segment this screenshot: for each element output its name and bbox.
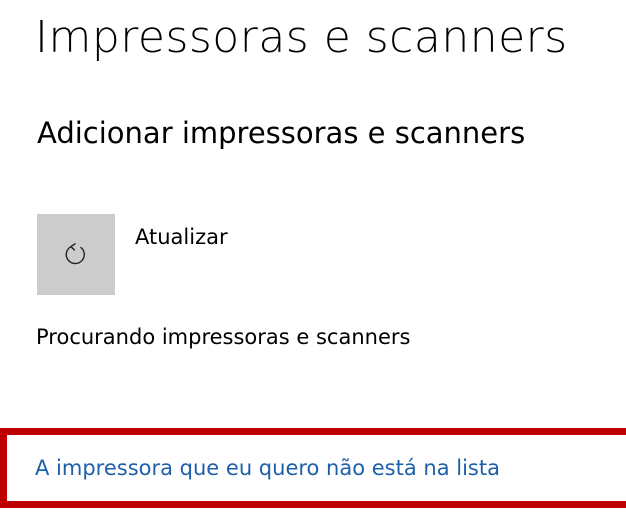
refresh-label[interactable]: Atualizar bbox=[135, 222, 228, 252]
add-printers-section-title: Adicionar impressoras e scanners bbox=[37, 116, 526, 150]
page-title: Impressoras e scanners bbox=[35, 12, 568, 63]
searching-status-text: Procurando impressoras e scanners bbox=[36, 325, 411, 349]
refresh-button[interactable] bbox=[37, 214, 115, 295]
printer-not-listed-link[interactable]: A impressora que eu quero não está na li… bbox=[35, 453, 500, 483]
refresh-icon bbox=[65, 242, 85, 265]
